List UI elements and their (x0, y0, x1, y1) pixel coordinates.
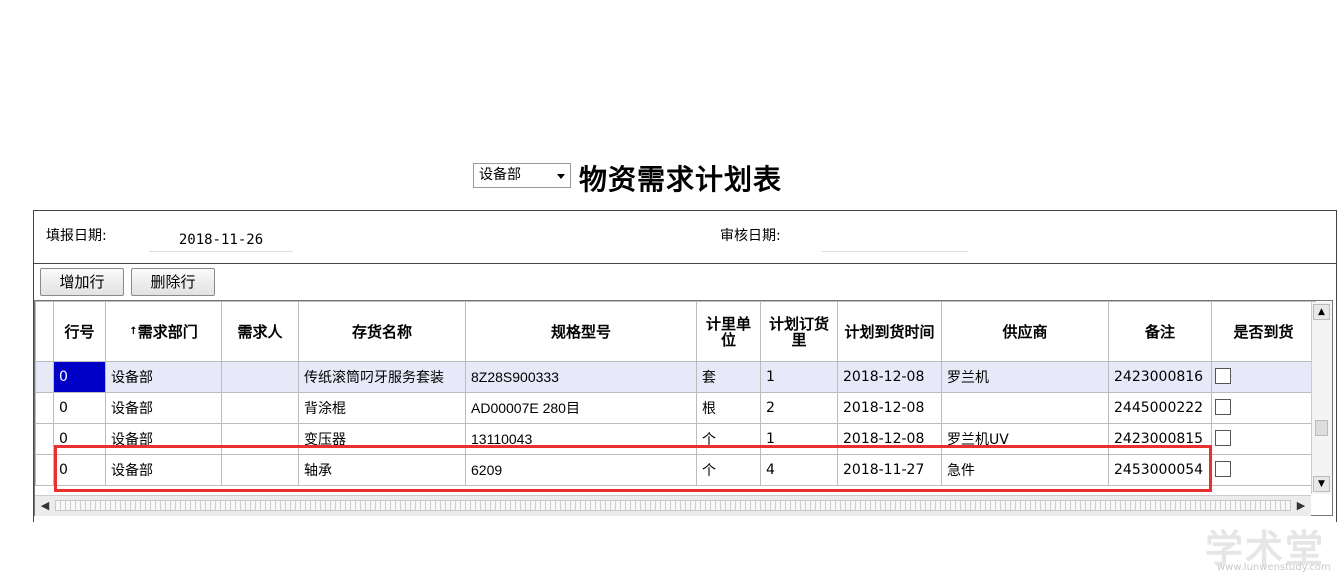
spec-cell[interactable]: 6209 (465, 454, 697, 486)
department-select[interactable]: 设备部 (473, 163, 571, 188)
arrived-checkbox[interactable] (1215, 399, 1231, 415)
supplier-cell[interactable]: 罗兰机UV (941, 423, 1109, 455)
line-cell[interactable]: 0 (53, 423, 106, 455)
delete-row-button[interactable]: 删除行 (131, 268, 215, 296)
column-header[interactable]: 需求人 (221, 301, 299, 362)
note-cell[interactable]: 2423000816 (1108, 361, 1212, 393)
row-selector[interactable] (35, 392, 54, 424)
qty-cell[interactable]: 2 (760, 392, 838, 424)
item-cell[interactable]: 轴承 (298, 454, 466, 486)
unit-cell[interactable]: 个 (696, 454, 761, 486)
qty-cell[interactable]: 1 (760, 423, 838, 455)
date-cell[interactable]: 2018-11-27 (837, 454, 942, 486)
item-cell[interactable]: 背涂棍 (298, 392, 466, 424)
spec-cell[interactable]: AD00007E 280目 (465, 392, 697, 424)
arrived-checkbox[interactable] (1215, 430, 1231, 446)
column-header[interactable]: 行号 (53, 301, 106, 362)
table-row[interactable]: 0 设备部 背涂棍 AD00007E 280目 根 2 2018-12-08 2… (35, 392, 1316, 424)
item-cell[interactable]: 传纸滚筒叼牙服务套装 (298, 361, 466, 393)
note-cell[interactable]: 2423000815 (1108, 423, 1212, 455)
line-cell[interactable]: 0 (53, 454, 106, 486)
requester-cell[interactable] (221, 423, 299, 455)
unit-cell[interactable]: 根 (696, 392, 761, 424)
note-cell[interactable]: 2445000222 (1108, 392, 1212, 424)
qty-cell[interactable]: 4 (760, 454, 838, 486)
sort-icon: ↑ (129, 325, 138, 337)
grid-header-row: 行号 ↑需求部门 需求人 存货名称 规格型号 计里单位 计划订货里 计划到货时间… (35, 301, 1316, 362)
unit-cell[interactable]: 个 (696, 423, 761, 455)
review-date-label: 审核日期: (720, 228, 781, 244)
scroll-track[interactable] (55, 500, 1291, 511)
supplier-cell[interactable]: 罗兰机 (941, 361, 1109, 393)
requester-cell[interactable] (221, 454, 299, 486)
qty-cell[interactable]: 1 (760, 361, 838, 393)
horizontal-scrollbar[interactable]: ◀ ▶ (35, 495, 1311, 516)
scroll-down-icon[interactable]: ▼ (1313, 476, 1330, 492)
date-cell[interactable]: 2018-12-08 (837, 361, 942, 393)
column-header[interactable]: 计划到货时间 (837, 301, 942, 362)
column-header[interactable]: 存货名称 (298, 301, 466, 362)
info-row: 填报日期: 2018-11-26 审核日期: (34, 211, 1336, 264)
unit-cell[interactable]: 套 (696, 361, 761, 393)
scroll-left-icon[interactable]: ◀ (37, 498, 53, 514)
fill-date-field[interactable]: 2018-11-26 (149, 229, 293, 252)
dept-cell[interactable]: 设备部 (105, 392, 222, 424)
requester-cell[interactable] (221, 361, 299, 393)
data-grid: 行号 ↑需求部门 需求人 存货名称 规格型号 计里单位 计划订货里 计划到货时间… (34, 300, 1333, 516)
chevron-down-icon[interactable] (557, 174, 565, 179)
scroll-right-icon[interactable]: ▶ (1293, 498, 1309, 514)
row-selector[interactable] (35, 361, 54, 393)
date-cell[interactable]: 2018-12-08 (837, 423, 942, 455)
column-header[interactable]: 计里单位 (696, 301, 761, 362)
column-header[interactable]: 供应商 (941, 301, 1109, 362)
supplier-cell[interactable]: 急件 (941, 454, 1109, 486)
table-row[interactable]: 0 设备部 变压器 13110043 个 1 2018-12-08 罗兰机UV … (35, 423, 1316, 455)
arrived-checkbox[interactable] (1215, 368, 1231, 384)
arrived-checkbox[interactable] (1215, 461, 1231, 477)
watermark: 学术堂 www.lunwenstudy.com (1195, 518, 1335, 576)
grid-table: 行号 ↑需求部门 需求人 存货名称 规格型号 计里单位 计划订货里 计划到货时间… (35, 301, 1316, 486)
column-header[interactable]: 计划订货里 (760, 301, 838, 362)
line-cell[interactable]: 0 (53, 361, 106, 393)
vertical-scrollbar[interactable]: ▲ ▼ (1311, 302, 1332, 494)
review-date-field[interactable] (822, 229, 968, 252)
requester-cell[interactable] (221, 392, 299, 424)
scroll-up-icon[interactable]: ▲ (1313, 304, 1330, 320)
row-selector[interactable] (35, 423, 54, 455)
column-header-dept[interactable]: ↑需求部门 (105, 301, 222, 362)
row-selector-header (35, 301, 54, 362)
dept-cell[interactable]: 设备部 (105, 423, 222, 455)
table-row[interactable]: 0 设备部 轴承 6209 个 4 2018-11-27 急件 24530000… (35, 454, 1316, 486)
scroll-thumb[interactable] (1315, 420, 1328, 436)
arrived-cell (1211, 361, 1316, 393)
dept-cell[interactable]: 设备部 (105, 361, 222, 393)
item-cell[interactable]: 变压器 (298, 423, 466, 455)
spec-cell[interactable]: 8Z28S900333 (465, 361, 697, 393)
column-header[interactable]: 是否到货 (1211, 301, 1316, 362)
add-row-button[interactable]: 增加行 (40, 268, 124, 296)
column-header[interactable]: 规格型号 (465, 301, 697, 362)
column-header[interactable]: 备注 (1108, 301, 1212, 362)
supplier-cell[interactable] (941, 392, 1109, 424)
department-select-value: 设备部 (479, 167, 521, 183)
table-row[interactable]: 0 设备部 传纸滚筒叼牙服务套装 8Z28S900333 套 1 2018-12… (35, 361, 1316, 393)
line-cell[interactable]: 0 (53, 392, 106, 424)
arrived-cell (1211, 423, 1316, 455)
fill-date-label: 填报日期: (46, 228, 107, 244)
page-title: 物资需求计划表 (579, 163, 783, 196)
note-cell[interactable]: 2453000054 (1108, 454, 1212, 486)
arrived-cell (1211, 392, 1316, 424)
watermark-url: www.lunwenstudy.com (1217, 562, 1331, 573)
column-header-label: 需求部门 (137, 322, 198, 341)
arrived-cell (1211, 454, 1316, 486)
spec-cell[interactable]: 13110043 (465, 423, 697, 455)
dept-cell[interactable]: 设备部 (105, 454, 222, 486)
date-cell[interactable]: 2018-12-08 (837, 392, 942, 424)
row-selector[interactable] (35, 454, 54, 486)
